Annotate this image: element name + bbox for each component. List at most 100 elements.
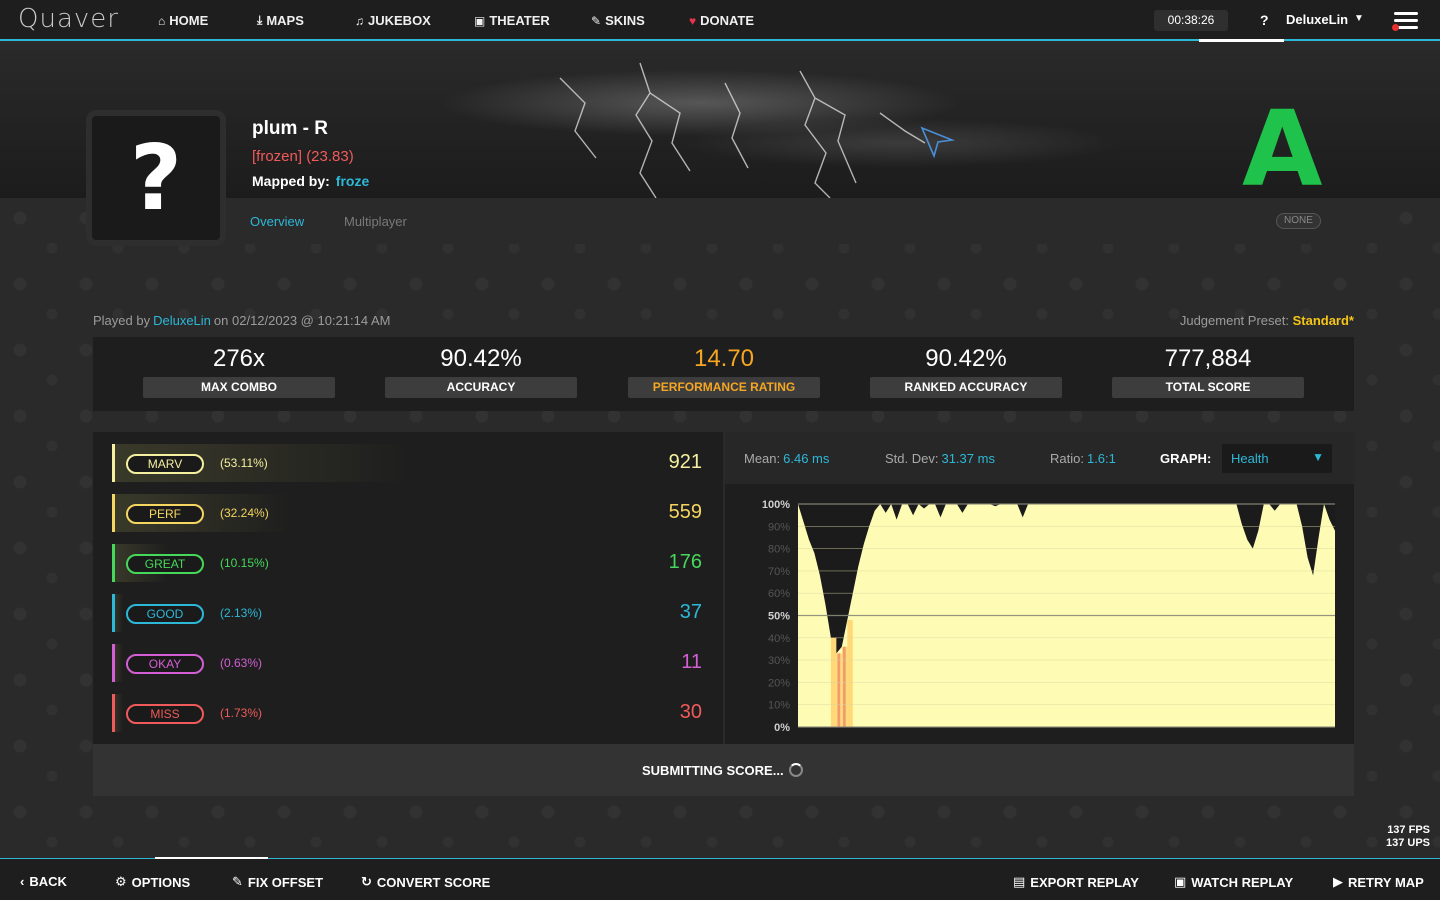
judgement-count: 559: [668, 501, 702, 523]
judgement-percent: (1.73%): [220, 706, 263, 720]
stat-ranked-accuracy: 90.42% RANKED ACCURACY: [870, 345, 1062, 398]
graph-type-dropdown[interactable]: Health ▼: [1222, 444, 1332, 473]
judgement-row-marv: MARV (53.11%) 921: [112, 444, 712, 482]
refresh-icon: ↻: [361, 874, 372, 889]
player-link[interactable]: DeluxeLin: [153, 313, 211, 328]
chevron-down-icon: ▼: [1312, 450, 1324, 464]
watch-replay-button[interactable]: ▣ WATCH REPLAY: [1174, 874, 1293, 890]
submit-status-bar: SUBMITTING SCORE...: [93, 744, 1354, 796]
stats-row: 276x MAX COMBO 90.42% ACCURACY 14.70 PERFOR…: [93, 337, 1354, 411]
session-clock: 00:38:26: [1154, 10, 1228, 31]
health-danger-band: [837, 653, 841, 727]
loading-spinner-icon: [789, 763, 803, 777]
judgement-percent: (10.15%): [220, 556, 269, 570]
nav-home[interactable]: ⌂ HOME: [158, 13, 208, 28]
judgement-name-pill: GOOD: [126, 604, 204, 624]
judgement-name-pill: MARV: [126, 454, 204, 474]
judgement-name-pill: PERF: [126, 504, 204, 524]
judgement-percent: (32.24%): [220, 506, 269, 520]
y-tick-label: 80%: [768, 544, 790, 556]
health-danger-band: [842, 646, 846, 727]
judgement-count: 176: [668, 551, 702, 573]
play-icon: ▶: [1333, 874, 1343, 889]
y-tick-label: 40%: [768, 633, 790, 645]
bottom-action-bar: ‹ BACK ⚙ OPTIONS ✎ FIX OFFSET ↻ CONVERT SCOR…: [0, 857, 1440, 900]
std-dev-stat: Std. Dev: 31.37 ms: [885, 451, 995, 466]
judgement-color-edge: [112, 544, 115, 582]
judgement-name-pill: OKAY: [126, 654, 204, 674]
nav-jukebox[interactable]: ♫ JUKEBOX: [355, 13, 431, 28]
question-mark-icon: ?: [129, 125, 183, 231]
nav-maps[interactable]: ⤓ MAPS: [257, 13, 304, 28]
mapped-by: Mapped by: froze: [252, 173, 370, 189]
judgement-row-great: GREAT (10.15%) 176: [112, 544, 712, 582]
options-accent: [155, 857, 268, 859]
judgement-color-edge: [112, 694, 115, 732]
graph-type-value: Health: [1231, 451, 1269, 466]
clock-underline: [1199, 39, 1284, 42]
mean-stat: Mean: 6.46 ms: [744, 451, 830, 466]
result-tabs: Overview Multiplayer NONE: [226, 198, 1354, 244]
tab-overview[interactable]: Overview: [250, 214, 304, 229]
camera-icon: ▣: [474, 13, 486, 28]
song-difficulty: [frozen] (23.83): [252, 148, 354, 165]
judgement-percent: (53.11%): [220, 456, 268, 470]
judgement-percent: (0.63%): [220, 656, 263, 670]
judgement-name-pill: MISS: [126, 704, 204, 724]
username-menu[interactable]: DeluxeLin: [1286, 12, 1348, 27]
mods-badge: NONE: [1276, 213, 1321, 229]
fix-offset-button[interactable]: ✎ FIX OFFSET: [232, 874, 323, 890]
pencil-icon: ✎: [591, 13, 602, 28]
submit-status-text: SUBMITTING SCORE...: [642, 763, 784, 778]
health-warning-band: [847, 619, 853, 727]
judgement-percent: (2.13%): [220, 606, 263, 620]
y-tick-label: 50%: [768, 611, 790, 623]
back-button[interactable]: ‹ BACK: [20, 874, 67, 889]
nav-skins[interactable]: ✎ SKINS: [591, 13, 645, 28]
map-cover-art: ?: [86, 110, 226, 246]
archive-icon: ▤: [1013, 874, 1026, 889]
retry-map-button[interactable]: ▶ RETRY MAP: [1333, 874, 1424, 890]
y-tick-label: 20%: [768, 677, 790, 689]
stat-accuracy: 90.42% ACCURACY: [385, 345, 577, 398]
judgement-count: 921: [668, 451, 702, 473]
graph-label: GRAPH:: [1160, 451, 1212, 466]
judgement-row-perf: PERF (32.24%) 559: [112, 494, 712, 532]
heart-icon: ♥: [689, 13, 697, 28]
judgement-color-edge: [112, 494, 115, 532]
judgement-preset: Judgement Preset: Standard*: [1179, 313, 1354, 328]
preset-value: Standard*: [1292, 313, 1354, 328]
played-by-info: Played by DeluxeLin on 02/12/2023 @ 10:21:…: [93, 313, 391, 328]
judgement-count: 11: [681, 651, 702, 673]
stat-performance-rating: 14.70 PERFORMANCE RATING: [628, 345, 820, 398]
judgement-color-edge: [112, 444, 115, 482]
grade-letter: A: [1242, 88, 1323, 210]
nav-theater[interactable]: ▣ THEATER: [474, 13, 550, 28]
convert-score-button[interactable]: ↻ CONVERT SCORE: [361, 874, 490, 890]
chevron-down-icon[interactable]: ▼: [1354, 13, 1364, 24]
camera-icon: ▣: [1174, 874, 1187, 889]
music-icon: ♫: [355, 13, 364, 28]
mapper-link[interactable]: froze: [336, 173, 369, 189]
judgement-row-good: GOOD (2.13%) 37: [112, 594, 712, 632]
gear-icon: ⚙: [115, 874, 127, 889]
home-icon: ⌂: [158, 13, 166, 28]
song-title: plum - R: [252, 118, 328, 139]
y-tick-label: 70%: [768, 566, 790, 578]
stat-max-combo: 276x MAX COMBO: [143, 345, 335, 398]
export-replay-button[interactable]: ▤ EXPORT REPLAY: [1013, 874, 1139, 890]
quaver-logo[interactable]: Quaver: [18, 4, 119, 34]
help-icon[interactable]: ?: [1260, 12, 1269, 28]
nav-donate[interactable]: ♥ DONATE: [689, 13, 754, 28]
wrench-icon: ✎: [232, 874, 243, 889]
stat-total-score: 777,884 TOTAL SCORE: [1112, 345, 1304, 398]
options-button[interactable]: ⚙ OPTIONS: [115, 874, 190, 890]
health-chart: 100% 90% 80% 70% 60% 50% 40% 30% 20% 10% 0%: [762, 499, 1335, 734]
ratio-stat: Ratio: 1.6:1: [1050, 451, 1116, 466]
judgement-name-pill: GREAT: [126, 554, 204, 574]
y-tick-label: 90%: [768, 521, 790, 533]
top-navbar: Quaver ⌂ HOME ⤓ MAPS ♫ JUKEBOX ▣ THEATER ✎ SK…: [0, 0, 1440, 42]
tab-multiplayer[interactable]: Multiplayer: [344, 214, 407, 229]
judgement-count: 30: [679, 701, 702, 723]
y-tick-label: 10%: [768, 700, 790, 712]
